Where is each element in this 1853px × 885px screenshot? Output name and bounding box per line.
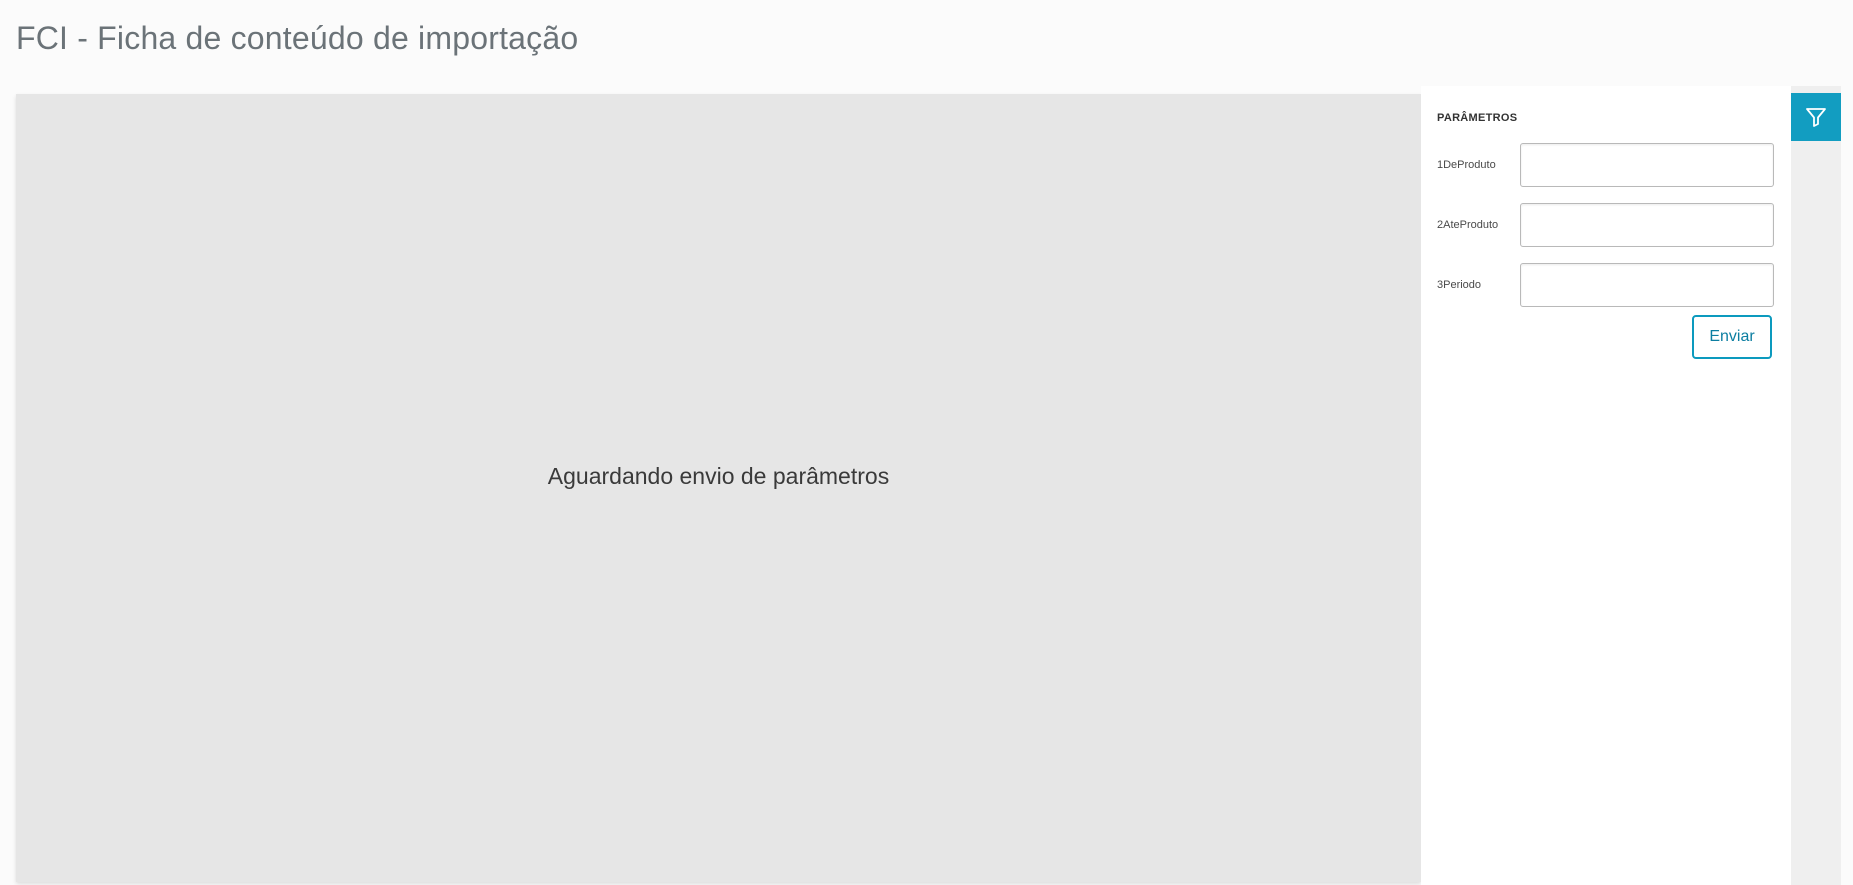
filter-toggle-button[interactable]: [1791, 93, 1841, 141]
page-header: FCI - Ficha de conteúdo de importação: [16, 14, 578, 62]
side-toolbar: [1791, 86, 1841, 885]
parameters-panel: PARÂMETROS 1DeProduto 2AteProduto 3Perio…: [1421, 86, 1791, 885]
param-input-de-produto[interactable]: [1520, 143, 1774, 187]
param-label-periodo: 3Periodo: [1437, 279, 1482, 291]
param-row-de-produto: 1DeProduto: [1437, 143, 1777, 187]
send-button[interactable]: Enviar: [1692, 315, 1772, 359]
param-row-ate-produto: 2AteProduto: [1437, 203, 1777, 247]
parameters-heading: PARÂMETROS: [1437, 112, 1518, 124]
param-input-ate-produto[interactable]: [1520, 203, 1774, 247]
page-title: FCI - Ficha de conteúdo de importação: [16, 19, 579, 56]
param-row-periodo: 3Periodo: [1437, 263, 1777, 307]
viewer-status-message: Aguardando envio de parâmetros: [547, 462, 890, 489]
param-label-ate-produto: 2AteProduto: [1437, 219, 1499, 231]
param-input-periodo[interactable]: [1520, 263, 1774, 307]
page-edge: [1841, 86, 1853, 885]
filter-icon: [1806, 108, 1826, 127]
report-viewer: Aguardando envio de parâmetros: [16, 94, 1421, 882]
param-label-de-produto: 1DeProduto: [1437, 159, 1496, 171]
